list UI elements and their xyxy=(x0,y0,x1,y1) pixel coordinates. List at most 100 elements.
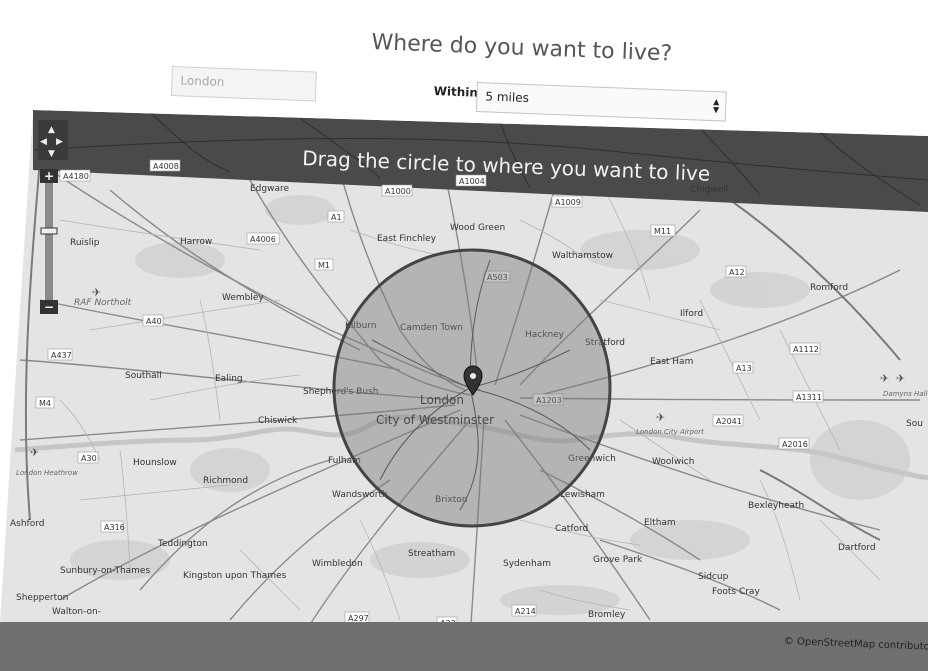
place-label: Bromley xyxy=(588,610,626,620)
place-label: Harrow xyxy=(180,237,212,247)
place-label: Eltham xyxy=(644,518,676,528)
road-label: A4008 xyxy=(149,159,181,172)
place-label: Grove Park xyxy=(593,555,643,565)
page: Where do you want to live? London Within… xyxy=(0,0,928,671)
map[interactable]: Drag the circle to where you want to liv… xyxy=(0,0,928,671)
zoom-slider-track[interactable] xyxy=(45,182,53,302)
svg-text:A1004: A1004 xyxy=(459,177,485,186)
place-label: Wembley xyxy=(222,293,264,303)
place-label: Ealing xyxy=(215,374,243,384)
svg-text:A40: A40 xyxy=(146,317,162,326)
pan-control[interactable]: ▲ ◀ ▶ ▼ xyxy=(38,120,68,160)
svg-text:✈: ✈ xyxy=(92,286,101,299)
road-label: A214 xyxy=(511,604,537,617)
road-label: A1311 xyxy=(792,390,824,403)
road-label: A316 xyxy=(100,520,125,533)
svg-text:✈: ✈ xyxy=(656,411,665,424)
svg-text:A30: A30 xyxy=(81,454,97,463)
place-label: Walton-on- xyxy=(52,607,101,617)
road-label: A13 xyxy=(732,361,754,374)
place-label: Foots Cray xyxy=(712,587,760,597)
place-label: Sunbury-on-Thames xyxy=(60,566,150,576)
svg-text:A4008: A4008 xyxy=(153,162,179,171)
road-label: M1 xyxy=(314,258,334,271)
place-label: Edgware xyxy=(250,184,289,194)
svg-text:✈: ✈ xyxy=(30,446,39,459)
svg-text:A12: A12 xyxy=(729,268,745,277)
road-label: M11 xyxy=(650,224,676,237)
place-label: RAF Northolt xyxy=(74,298,132,308)
svg-text:✈: ✈ xyxy=(880,372,889,385)
place-label: Walthamstow xyxy=(552,251,613,261)
place-label: Streatham xyxy=(408,549,455,559)
svg-text:A437: A437 xyxy=(51,351,72,360)
place-label: Chiswick xyxy=(258,416,298,426)
svg-text:A1000: A1000 xyxy=(385,187,411,196)
svg-text:A1112: A1112 xyxy=(793,345,819,354)
svg-text:A2016: A2016 xyxy=(782,440,808,449)
road-label: A4006 xyxy=(246,232,280,245)
svg-text:A1311: A1311 xyxy=(796,393,822,402)
svg-text:✈: ✈ xyxy=(896,372,905,385)
place-label: Ashford xyxy=(10,519,44,529)
place-label: Ilford xyxy=(680,309,703,319)
svg-text:A1: A1 xyxy=(331,213,342,222)
road-label: A2016 xyxy=(778,437,810,450)
svg-text:▶: ▶ xyxy=(56,137,63,147)
svg-text:A13: A13 xyxy=(736,364,752,373)
place-label: Dartford xyxy=(838,543,876,553)
svg-text:A1009: A1009 xyxy=(555,198,581,207)
svg-text:A4006: A4006 xyxy=(250,235,276,244)
place-label: Lewisham xyxy=(560,490,605,500)
place-label: Shepperton xyxy=(16,593,68,603)
road-label: A437 xyxy=(47,348,73,361)
road-label: A1004 xyxy=(455,174,487,187)
svg-text:▲: ▲ xyxy=(48,125,55,135)
place-label: Woolwich xyxy=(652,457,694,467)
road-label: A1000 xyxy=(381,184,413,197)
map-tiles[interactable]: Drag the circle to where you want to liv… xyxy=(0,110,928,668)
place-label: Catford xyxy=(555,524,588,534)
place-label: Wimbledon xyxy=(312,559,363,569)
place-label: London City Airport xyxy=(636,428,704,436)
svg-text:M4: M4 xyxy=(39,399,51,408)
place-label: Sidcup xyxy=(698,572,729,582)
place-label: Chigwell xyxy=(690,185,728,195)
road-label: A12 xyxy=(725,265,747,278)
place-label: Bexleyheath xyxy=(748,501,804,511)
svg-text:M1: M1 xyxy=(318,261,330,270)
place-label: Southall xyxy=(125,371,162,381)
zoom-out-label: − xyxy=(44,300,54,314)
road-label: A4180 xyxy=(59,169,91,182)
place-label: Sou xyxy=(906,419,923,429)
place-label: Sydenham xyxy=(503,559,551,569)
zoom-in-button[interactable]: + xyxy=(40,169,58,183)
road-label: A1009 xyxy=(551,195,583,208)
road-label: A30 xyxy=(77,451,99,464)
road-label: A40 xyxy=(142,314,164,327)
place-label: Hounslow xyxy=(133,458,177,468)
place-label: Richmond xyxy=(203,476,248,486)
svg-text:A316: A316 xyxy=(104,523,125,532)
place-label: Romford xyxy=(810,283,848,293)
place-label: Kingston upon Thames xyxy=(183,571,287,581)
place-label: East Finchley xyxy=(377,234,437,244)
zoom-slider-handle[interactable] xyxy=(40,227,58,235)
place-label: Damyns Hall Aerodrome xyxy=(883,390,928,398)
map-canvas[interactable]: Drag the circle to where you want to liv… xyxy=(0,0,928,671)
place-label: Ruislip xyxy=(70,238,100,248)
zoom-out-button[interactable]: − xyxy=(40,300,58,314)
place-label: Teddington xyxy=(157,539,208,549)
road-label: A1 xyxy=(327,210,345,223)
place-label: East Ham xyxy=(650,357,693,367)
zoom-in-label: + xyxy=(44,169,54,183)
road-label: M4 xyxy=(35,396,55,409)
road-label: A2041 xyxy=(712,414,744,427)
svg-text:A214: A214 xyxy=(515,607,536,616)
svg-text:A4180: A4180 xyxy=(63,172,89,181)
svg-text:M11: M11 xyxy=(654,227,671,236)
svg-text:▼: ▼ xyxy=(48,149,55,159)
road-label: A1112 xyxy=(789,342,821,355)
svg-text:◀: ◀ xyxy=(40,137,47,147)
place-label: London Heathrow xyxy=(16,469,78,477)
